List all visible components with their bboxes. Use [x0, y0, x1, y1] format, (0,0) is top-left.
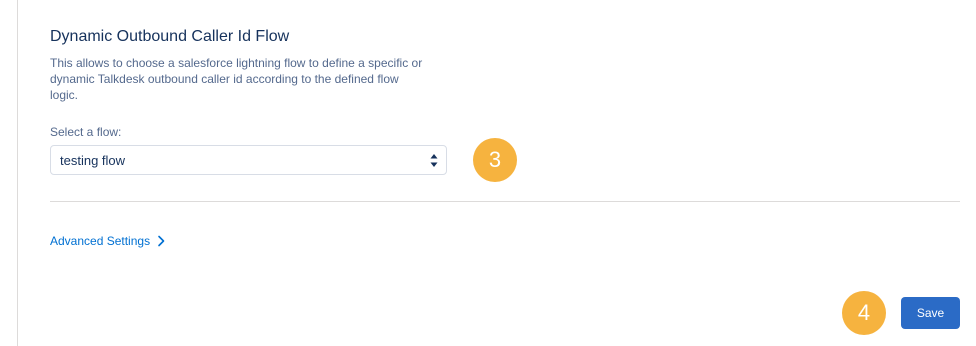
description-line: This allows to choose a salesforce light…	[50, 56, 423, 70]
advanced-settings-link[interactable]: Advanced Settings	[50, 234, 166, 248]
chevron-right-icon	[156, 235, 166, 247]
up-down-arrows-icon	[430, 153, 438, 168]
section-divider	[50, 201, 960, 202]
flow-select-value: testing flow	[60, 153, 126, 168]
advanced-settings-label: Advanced Settings	[50, 234, 151, 248]
step-badge-3: 3	[473, 138, 517, 182]
section-title: Dynamic Outbound Caller Id Flow	[50, 28, 290, 45]
flow-select[interactable]: testing flow	[50, 145, 447, 175]
section-description: This allows to choose a salesforce light…	[50, 55, 470, 103]
description-line: dynamic Talkdesk outbound caller id acco…	[50, 72, 399, 86]
left-border	[17, 0, 18, 346]
save-button[interactable]: Save	[901, 297, 960, 329]
step-badge-4: 4	[842, 291, 886, 335]
description-line: logic.	[50, 88, 79, 102]
flow-select-label: Select a flow:	[50, 125, 122, 139]
